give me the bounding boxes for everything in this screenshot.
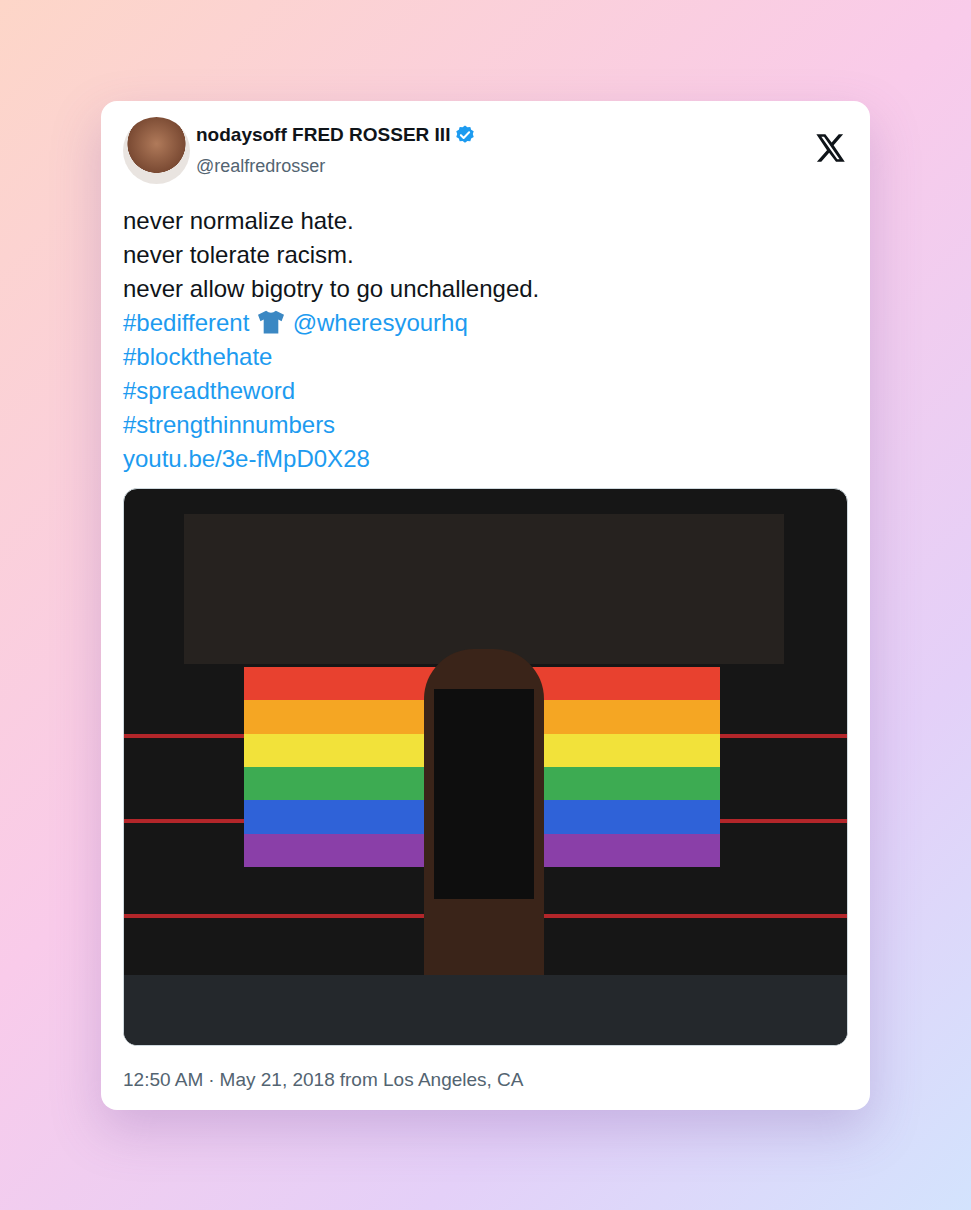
footer-separator: ·	[208, 1068, 214, 1092]
post-link[interactable]: #bedifferent	[123, 309, 249, 336]
tweet-line: #strengthinnumbers	[123, 408, 848, 442]
x-logo-icon[interactable]	[816, 134, 846, 162]
tweet-source: from Los Angeles, CA	[340, 1068, 524, 1092]
tweet-photo[interactable]	[123, 488, 848, 1046]
tweet-line: #bedifferent @wheresyourhq	[123, 306, 848, 340]
tweet-footer: 12:50 AM·May 21, 2018from Los Angeles, C…	[123, 1068, 848, 1092]
post-link[interactable]: #spreadtheword	[123, 377, 295, 404]
verified-badge-icon	[454, 124, 476, 146]
tweet-line: never allow bigotry to go unchallenged.	[123, 272, 848, 306]
author-name[interactable]: nodaysoff FRED ROSSER III	[196, 123, 450, 147]
post-text: never normalize hate.	[123, 207, 354, 234]
tweet-time[interactable]: 12:50 AM	[123, 1068, 203, 1092]
tweet-date[interactable]: May 21, 2018	[220, 1068, 335, 1092]
post-link[interactable]: #strengthinnumbers	[123, 411, 335, 438]
tweet-line: never tolerate racism.	[123, 238, 848, 272]
tweet-body: never normalize hate. never tolerate raci…	[123, 204, 848, 476]
tweet-header: nodaysoff FRED ROSSER III @realfredrosser	[123, 117, 848, 184]
post-text: never tolerate racism.	[123, 241, 354, 268]
tweet-line: never normalize hate.	[123, 204, 848, 238]
tweet-card: nodaysoff FRED ROSSER III @realfredrosser…	[101, 101, 870, 1110]
tweet-line: #blockthehate	[123, 340, 848, 374]
author-handle[interactable]: @realfredrosser	[196, 154, 816, 178]
avatar[interactable]	[123, 117, 190, 184]
post-text: never allow bigotry to go unchallenged.	[123, 275, 539, 302]
post-link[interactable]: youtu.be/3e-fMpD0X28	[123, 445, 370, 472]
post-link[interactable]: @wheresyourhq	[293, 309, 468, 336]
page: nodaysoff FRED ROSSER III @realfredrosser…	[0, 0, 971, 1210]
tweet-line: #spreadtheword	[123, 374, 848, 408]
tshirt-icon	[256, 309, 286, 335]
author-info: nodaysoff FRED ROSSER III @realfredrosser	[196, 123, 816, 178]
tweet-line: youtu.be/3e-fMpD0X28	[123, 442, 848, 476]
post-link[interactable]: #blockthehate	[123, 343, 272, 370]
